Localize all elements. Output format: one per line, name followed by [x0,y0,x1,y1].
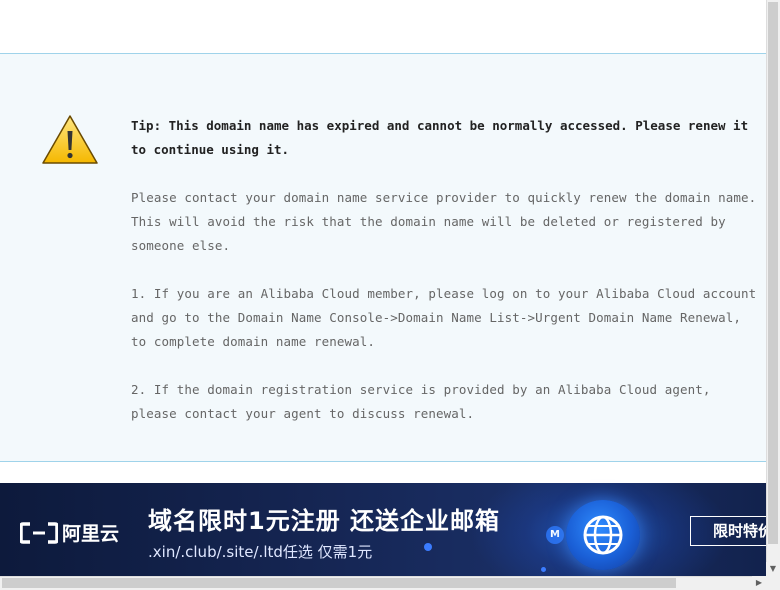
notice-text: Tip: This domain name has expired and ca… [131,114,763,450]
notice-paragraph-3: 2. If the domain registration service is… [131,382,711,421]
notice-paragraph-1: Please contact your domain name service … [131,190,757,253]
alibaba-cloud-logo-icon [20,522,58,544]
notice-title: Tip: This domain name has expired and ca… [131,118,749,157]
globe-icon [583,515,623,555]
alibaba-cloud-logo-text: 阿里云 [62,523,120,545]
horizontal-scrollbar-thumb[interactable] [2,578,676,588]
scroll-down-arrow-icon[interactable]: ▼ [766,562,780,576]
banner-decor-dot [541,567,546,572]
banner-headline: 域名限时1元注册 还送企业邮箱 [148,507,501,535]
m-badge-icon: M [546,526,564,544]
globe-bubble [566,500,640,570]
scroll-right-arrow-icon[interactable]: ▶ [752,576,766,590]
notice-paragraph-2: 1. If you are an Alibaba Cloud member, p… [131,286,757,349]
vertical-scrollbar-thumb[interactable] [768,2,778,544]
scrollbar-corner [766,576,780,590]
warning-triangle-icon [42,115,98,164]
banner-decor-dot [424,543,432,551]
banner-subline: .xin/.club/.site/.ltd任选 仅需1元 [148,543,373,561]
